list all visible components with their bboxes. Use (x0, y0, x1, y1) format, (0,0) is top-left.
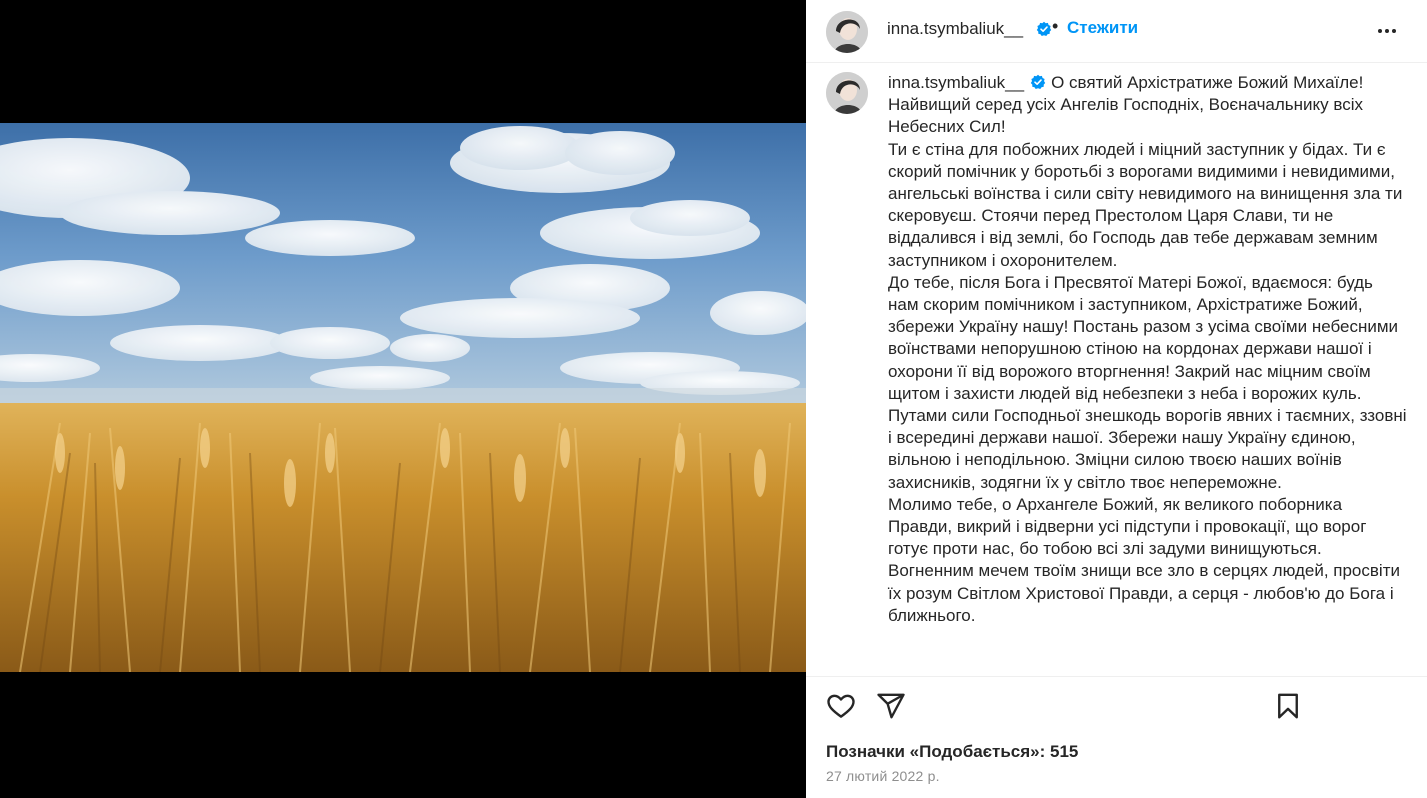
caption-area: inna.tsymbaliuk__ О святий Архістратиже Б… (806, 63, 1427, 668)
caption-paragraph: Молимо тебе, о Архангеле Божий, як велик… (888, 494, 1400, 625)
caption-username-link[interactable]: inna.tsymbaliuk__ (888, 73, 1024, 92)
caption-paragraph: Ти є стіна для побожних людей і міцний з… (888, 139, 1403, 270)
caption-avatar[interactable] (826, 72, 868, 114)
avatar[interactable] (826, 11, 868, 53)
header-separator-dot: • (1052, 16, 1059, 36)
media-pane (0, 0, 806, 798)
header-username-link[interactable]: inna.tsymbaliuk__ (887, 19, 1023, 39)
post-date[interactable]: 27 лютий 2022 р. (826, 768, 940, 784)
caption-text: inna.tsymbaliuk__ О святий Архістратиже Б… (888, 72, 1408, 627)
verified-badge-icon (1030, 74, 1046, 90)
likes-count[interactable]: Позначки «Подобається»: 515 (826, 742, 1078, 762)
post-dialog: inna.tsymbaliuk__ • Стежити inna.tsymbal… (0, 0, 1427, 798)
paper-plane-icon[interactable] (874, 689, 908, 723)
bookmark-icon[interactable] (1271, 689, 1305, 723)
post-info-pane: inna.tsymbaliuk__ • Стежити inna.tsymbal… (806, 0, 1427, 798)
actions-divider (806, 676, 1427, 677)
more-options-icon[interactable] (1372, 17, 1402, 45)
post-image-wheat-field[interactable] (0, 123, 806, 672)
follow-button[interactable]: Стежити (1067, 18, 1138, 38)
post-header: inna.tsymbaliuk__ • Стежити (806, 0, 1427, 62)
caption-paragraph: inna.tsymbaliuk__ О святий Архістратиже Б… (888, 72, 1408, 139)
caption-paragraph: До тебе, після Бога і Пресвятої Матері Б… (888, 272, 1407, 492)
heart-icon[interactable] (824, 689, 858, 723)
verified-badge-icon (1036, 21, 1052, 37)
